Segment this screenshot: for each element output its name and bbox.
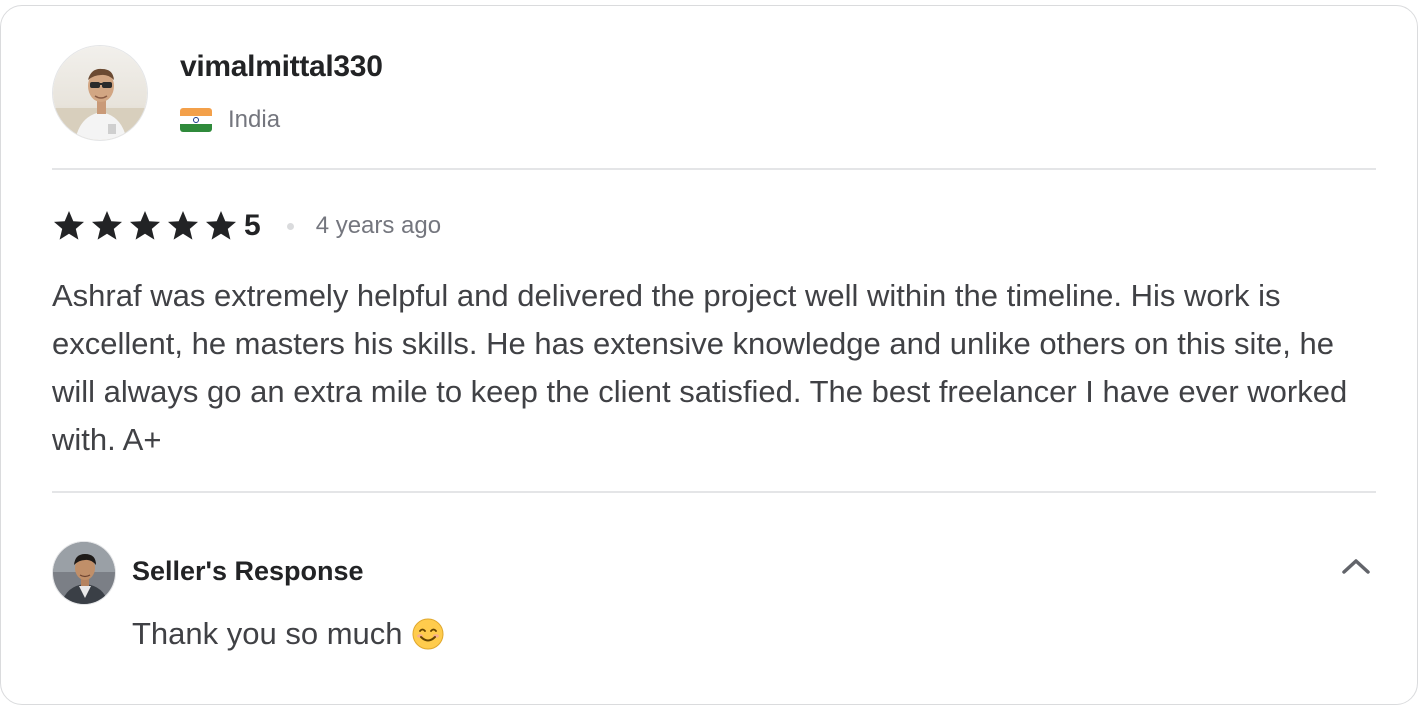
smiling-face-icon [412, 618, 444, 650]
country-name: India [228, 106, 281, 133]
star-icon [206, 211, 236, 240]
rating-row: 5 4 years ago [52, 206, 441, 246]
reviewer-avatar[interactable] [52, 45, 148, 141]
star-icon [54, 211, 84, 240]
review-card: vimalmittal330 India 5 4 years ago Ashra… [0, 5, 1418, 705]
seller-response-title: Seller's Response [132, 556, 364, 586]
seller-avatar-image [53, 542, 115, 604]
seller-avatar[interactable] [52, 541, 116, 605]
review-text: Ashraf was extremely helpful and deliver… [52, 278, 1348, 457]
reviewer-avatar-image [53, 46, 147, 140]
review-date: 4 years ago [315, 212, 442, 239]
chevron-up-icon[interactable] [1339, 551, 1373, 581]
divider [52, 168, 1376, 170]
divider [52, 491, 1376, 493]
star-icon [130, 211, 160, 240]
rating-value: 5 [244, 209, 261, 242]
reviewer-country: India [180, 106, 280, 134]
star-icon [168, 211, 198, 240]
star-rating [52, 209, 238, 243]
reviewer-username[interactable]: vimalmittal330 [180, 50, 383, 84]
india-flag-icon [180, 108, 212, 132]
seller-response-message: Thank you so much [132, 616, 403, 651]
star-icon [92, 211, 122, 240]
separator-dot [286, 222, 294, 230]
seller-response-text: Thank you so much [132, 616, 445, 652]
